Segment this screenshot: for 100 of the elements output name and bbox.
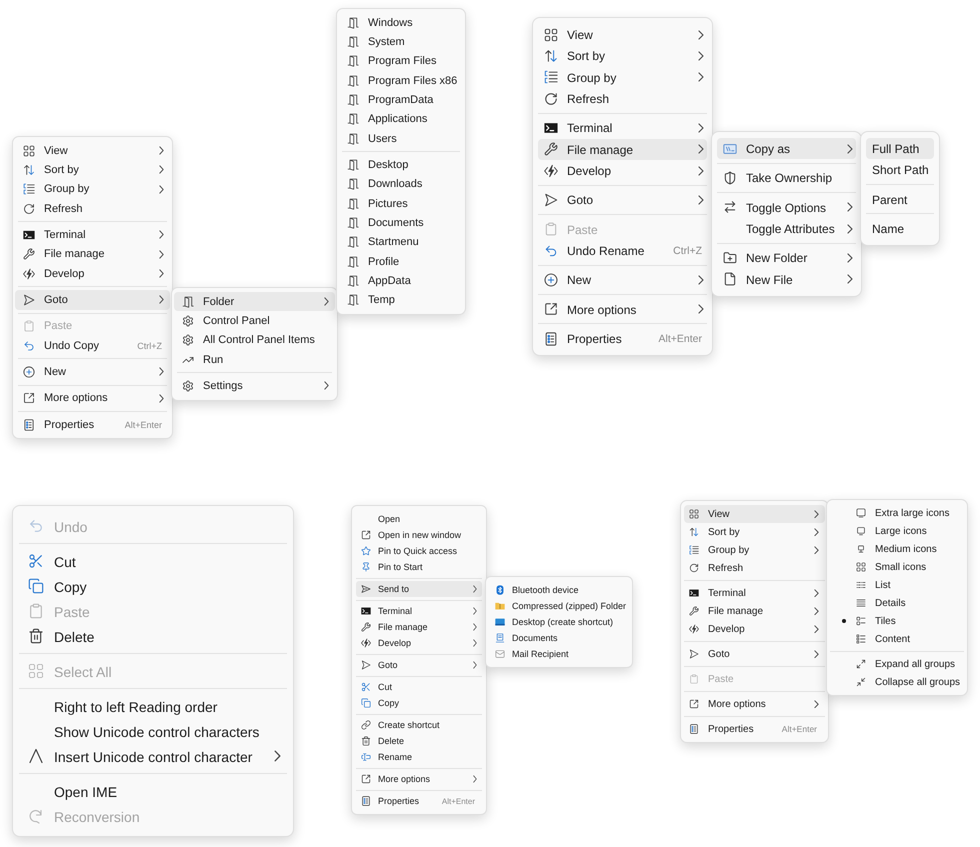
menu-item[interactable]: Properties Alt+Enter <box>15 414 170 434</box>
menu-item[interactable]: Program Files x86 <box>339 70 463 90</box>
menu-item[interactable]: Short Path <box>866 159 934 181</box>
menu-item[interactable]: Downloads <box>339 174 463 194</box>
menu-item[interactable]: Insert Unicode control character <box>17 744 289 768</box>
menu-item[interactable]: Terminal <box>356 603 482 619</box>
menu-item[interactable]: Show Unicode control characters <box>17 718 289 744</box>
menu-item[interactable]: Name <box>866 218 934 240</box>
menu-item[interactable]: Parent <box>866 188 934 210</box>
menu-item[interactable]: Windows <box>339 13 463 32</box>
menu-item[interactable]: System <box>339 32 463 52</box>
menu-item[interactable]: Details <box>830 594 964 612</box>
menu-item[interactable]: Terminal <box>684 584 825 602</box>
menu-item[interactable]: Goto <box>356 657 482 673</box>
menu-item[interactable]: Develop <box>356 635 482 651</box>
menu-item[interactable]: Rename <box>356 749 482 765</box>
menu-item[interactable]: Open <box>356 511 482 527</box>
menu-item[interactable]: Goto <box>15 290 170 310</box>
menu-item[interactable]: Startmenu <box>339 232 463 252</box>
menu-item[interactable]: View <box>538 24 707 46</box>
menu-item[interactable]: Toggle Options <box>717 196 856 218</box>
menu-item[interactable]: Group by <box>684 541 825 559</box>
menu-item[interactable]: Goto <box>684 645 825 663</box>
menu-item[interactable]: Terminal <box>538 117 707 139</box>
menu-item[interactable]: Small icons <box>830 558 964 576</box>
menu-item[interactable]: Bluetooth device <box>490 582 628 598</box>
menu-item[interactable]: More options <box>684 695 825 713</box>
menu-item[interactable]: Refresh <box>538 88 707 110</box>
menu-item[interactable]: Mail Recipient <box>490 646 628 662</box>
menu-item[interactable]: File manage <box>538 138 707 160</box>
menu-item[interactable]: Sort by <box>15 160 170 180</box>
menu-item[interactable]: Desktop <box>339 155 463 175</box>
menu-item[interactable]: Group by <box>15 180 170 199</box>
menu-item[interactable]: Copy <box>17 574 289 598</box>
menu-item[interactable]: Content <box>830 630 964 648</box>
menu-item[interactable]: Undo Copy Ctrl+Z <box>15 336 170 356</box>
menu-item[interactable]: Documents <box>339 213 463 233</box>
menu-item[interactable]: File manage <box>356 619 482 635</box>
menu-item[interactable]: Refresh <box>15 198 170 218</box>
menu-item[interactable]: Undo Rename Ctrl+Z <box>538 240 707 262</box>
menu-item[interactable]: View <box>684 505 825 523</box>
menu-item[interactable]: Sort by <box>684 523 825 541</box>
menu-item[interactable]: Right to left Reading order <box>17 694 289 718</box>
menu-item[interactable]: Pictures <box>339 194 463 214</box>
menu-item[interactable]: Copy as <box>717 138 856 160</box>
menu-item[interactable]: Goto <box>538 189 707 211</box>
menu-item[interactable]: Toggle Attributes <box>717 218 856 240</box>
menu-item[interactable]: Profile <box>339 252 463 272</box>
menu-item[interactable]: All Control Panel Items <box>174 330 335 350</box>
menu-item[interactable]: File manage <box>15 244 170 264</box>
menu-item[interactable]: Extra large icons <box>830 504 964 522</box>
menu-item[interactable]: Take Ownership <box>717 167 856 189</box>
menu-item[interactable]: Open IME <box>17 778 289 804</box>
menu-item[interactable]: Medium icons <box>830 540 964 558</box>
menu-item[interactable]: Full Path <box>866 138 934 160</box>
menu-item[interactable]: Desktop (create shortcut) <box>490 614 628 630</box>
menu-item[interactable]: New <box>15 362 170 382</box>
menu-item[interactable]: More options <box>538 298 707 320</box>
menu-item[interactable]: Cut <box>356 679 482 695</box>
menu-item[interactable]: Group by <box>538 66 707 88</box>
menu-item[interactable]: Control Panel <box>174 311 335 331</box>
menu-item[interactable]: Documents <box>490 630 628 646</box>
menu-item[interactable]: Develop <box>15 264 170 284</box>
menu-item[interactable]: Temp <box>339 290 463 310</box>
menu-item[interactable]: Tiles <box>830 612 964 630</box>
menu-item[interactable]: Applications <box>339 110 463 129</box>
menu-item[interactable]: More options <box>356 771 482 787</box>
menu-item[interactable]: Properties Alt+Enter <box>684 720 825 738</box>
menu-item[interactable]: Properties Alt+Enter <box>538 328 707 350</box>
menu-item[interactable]: File manage <box>684 602 825 620</box>
menu-item[interactable]: Send to <box>356 581 482 597</box>
menu-item[interactable]: Copy <box>356 695 482 711</box>
menu-item[interactable]: New File <box>717 268 856 290</box>
menu-item[interactable]: More options <box>15 388 170 408</box>
menu-item[interactable]: Expand all groups <box>830 655 964 673</box>
menu-item[interactable]: Collapse all groups <box>830 673 964 691</box>
menu-item[interactable]: New <box>538 269 707 291</box>
menu-item[interactable]: Folder <box>174 292 335 312</box>
menu-item[interactable]: New Folder <box>717 247 856 269</box>
menu-item[interactable]: Delete <box>356 733 482 749</box>
menu-item[interactable]: Users <box>339 128 463 148</box>
menu-item[interactable]: Large icons <box>830 522 964 540</box>
menu-item[interactable]: Compressed (zipped) Folder <box>490 598 628 614</box>
menu-item[interactable]: ProgramData <box>339 90 463 110</box>
menu-item[interactable]: View <box>15 141 170 160</box>
menu-item[interactable]: Properties Alt+Enter <box>356 793 482 809</box>
menu-item[interactable]: Develop <box>538 160 707 182</box>
menu-item[interactable]: Pin to Start <box>356 559 482 575</box>
menu-item[interactable]: Pin to Quick access <box>356 543 482 559</box>
menu-item[interactable]: Cut <box>17 548 289 574</box>
menu-item[interactable]: Open in new window <box>356 527 482 543</box>
menu-item[interactable]: Run <box>174 350 335 370</box>
menu-item[interactable]: Settings <box>174 376 335 396</box>
menu-item[interactable]: Create shortcut <box>356 717 482 733</box>
menu-item[interactable]: Program Files <box>339 52 463 71</box>
menu-item[interactable]: AppData <box>339 271 463 291</box>
menu-item[interactable]: Delete <box>17 624 289 648</box>
menu-item[interactable]: Develop <box>684 620 825 638</box>
menu-item[interactable]: Sort by <box>538 45 707 67</box>
menu-item[interactable]: Terminal <box>15 225 170 245</box>
